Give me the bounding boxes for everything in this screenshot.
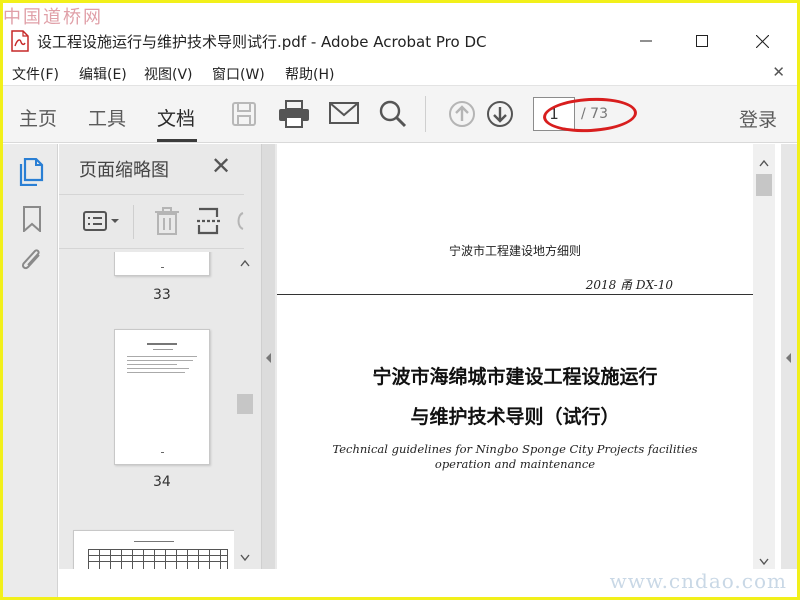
thumbnail-toolbar: [59, 194, 244, 249]
previous-page-icon[interactable]: [448, 100, 476, 128]
watermark-top: 中国道桥网: [3, 7, 103, 28]
next-page-icon[interactable]: [486, 100, 514, 128]
search-icon[interactable]: [379, 100, 407, 128]
window-title: 设工程设施运行与维护技术导则试行.pdf - Adobe Acrobat Pro…: [37, 33, 487, 51]
document-code: 2018 甬 DX-10: [585, 278, 673, 292]
document-scrollbar[interactable]: [753, 144, 775, 569]
title-bar: 设工程设施运行与维护技术导则试行.pdf - Adobe Acrobat Pro…: [3, 25, 797, 57]
maximize-button[interactable]: [679, 25, 725, 57]
collapse-right-pane-handle[interactable]: [781, 144, 797, 569]
tab-home[interactable]: 主页: [19, 104, 57, 131]
delete-page-icon[interactable]: [155, 207, 179, 235]
attachment-icon[interactable]: [19, 247, 45, 275]
insert-page-icon[interactable]: [197, 207, 221, 235]
menu-bar: 文件(F) 编辑(E) 视图(V) 窗口(W) 帮助(H) ✕: [3, 61, 797, 85]
close-panel-icon[interactable]: ✕: [211, 152, 231, 180]
menu-edit[interactable]: 编辑(E): [79, 64, 127, 84]
document-page: 宁波市工程建设地方细则 2018 甬 DX-10 宁波市海绵城市建设工程设施运行…: [277, 144, 755, 569]
expand-right-icon: [786, 353, 791, 363]
main-toolbar: 主页 工具 文档 1 / 73 登录: [3, 85, 797, 143]
document-title-line-1: 宁波市海绵城市建设工程设施运行: [372, 366, 658, 388]
page-thumbnails-icon[interactable]: [19, 158, 45, 186]
thumbnail-toolbar-separator: [133, 205, 134, 239]
thumbnails-panel: 页面缩略图 ✕ 33 34: [59, 144, 261, 569]
pdf-file-icon: [11, 30, 29, 52]
menu-file[interactable]: 文件(F): [12, 64, 59, 84]
navigation-rail: [3, 144, 58, 597]
collapse-left-icon: [266, 353, 271, 363]
scroll-up-icon[interactable]: [240, 260, 250, 267]
thumbnail-scrollbar[interactable]: [234, 252, 256, 569]
save-icon[interactable]: [231, 101, 257, 127]
page-thumbnail-number: 33: [153, 287, 171, 303]
maximize-icon: [696, 35, 708, 47]
collapse-left-pane-handle[interactable]: [261, 144, 275, 569]
email-icon[interactable]: [329, 102, 359, 124]
active-tab-indicator: [157, 139, 197, 142]
bookmark-icon[interactable]: [23, 206, 41, 232]
app-window: 中国道桥网 设工程设施运行与维护技术导则试行.pdf - Adobe Acrob…: [3, 3, 797, 597]
close-document-icon[interactable]: ✕: [772, 63, 785, 81]
close-window-button[interactable]: [739, 25, 785, 57]
rotate-page-icon[interactable]: [235, 211, 244, 231]
menu-view[interactable]: 视图(V): [144, 64, 193, 84]
menu-help[interactable]: 帮助(H): [285, 64, 334, 84]
print-icon[interactable]: [278, 100, 310, 128]
menu-window[interactable]: 窗口(W): [212, 64, 265, 84]
watermark-bottom: www.cndao.com: [609, 569, 787, 593]
header-rule: [277, 294, 755, 295]
page-thumbnail-number: 34: [153, 474, 171, 490]
tab-tools[interactable]: 工具: [88, 104, 126, 131]
thumbnail-list: 33 34: [59, 252, 234, 569]
doc-scroll-down-icon[interactable]: [759, 558, 769, 565]
document-header: 宁波市工程建设地方细则: [448, 244, 581, 258]
toolbar-separator: [425, 96, 426, 132]
thumbnails-panel-title: 页面缩略图: [79, 160, 169, 181]
thumbnail-options-icon[interactable]: [83, 209, 121, 235]
page-thumbnail[interactable]: [114, 329, 210, 465]
document-title-line-2: 与维护技术导则（试行）: [410, 406, 620, 428]
scroll-down-icon[interactable]: [240, 554, 250, 561]
page-thumbnail[interactable]: [114, 252, 210, 276]
document-english-title-line-1: Technical guidelines for Ningbo Sponge C…: [332, 442, 698, 456]
close-icon: [755, 34, 769, 48]
document-english-title-line-2: operation and maintenance: [434, 457, 596, 471]
login-button[interactable]: 登录: [739, 105, 777, 132]
document-viewport: 宁波市工程建设地方细则 2018 甬 DX-10 宁波市海绵城市建设工程设施运行…: [275, 144, 755, 569]
doc-scroll-up-icon[interactable]: [759, 160, 769, 167]
document-scroll-thumb[interactable]: [756, 174, 772, 196]
minimize-icon: [640, 40, 652, 42]
page-thumbnail[interactable]: [73, 530, 234, 569]
thumbnail-scroll-thumb[interactable]: [237, 394, 253, 414]
tab-document[interactable]: 文档: [157, 104, 195, 131]
minimize-button[interactable]: [623, 25, 669, 57]
